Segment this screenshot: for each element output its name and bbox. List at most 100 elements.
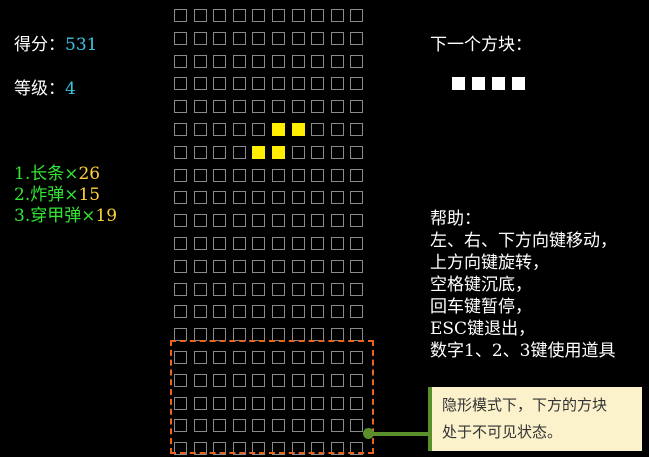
board-cell: [252, 169, 265, 182]
board-cell: [233, 260, 246, 273]
board-cell: [350, 32, 363, 45]
board-cell: [252, 214, 265, 227]
board-cell: [194, 169, 207, 182]
board-cell: [350, 146, 363, 159]
board-cell: [272, 260, 285, 273]
board-cell: [233, 305, 246, 318]
next-piece-block: [512, 77, 525, 90]
board-cell: [252, 237, 265, 250]
board-cell: [252, 123, 265, 136]
board-cell: [272, 55, 285, 68]
board-cell: [292, 169, 305, 182]
board-cell: [252, 260, 265, 273]
board-cell: [213, 77, 226, 90]
board-cell: [213, 100, 226, 113]
board-cell: [174, 191, 187, 204]
board-cell: [252, 100, 265, 113]
board-cell: [233, 237, 246, 250]
board-cell: [350, 55, 363, 68]
board-cell: [311, 191, 324, 204]
board-cell: [272, 283, 285, 296]
board-cell: [311, 9, 324, 22]
board-cell: [233, 214, 246, 227]
callout-anchor-dot: [363, 428, 374, 439]
board-cell: [272, 169, 285, 182]
board-cell: [213, 146, 226, 159]
board-cell: [350, 237, 363, 250]
board-cell: [194, 283, 207, 296]
board-cell: [252, 283, 265, 296]
board-cell: [213, 283, 226, 296]
board-cell: [252, 305, 265, 318]
invisible-zone-highlight: [170, 340, 374, 454]
board-cell: [350, 169, 363, 182]
board-cell: [311, 214, 324, 227]
board-cell: [311, 77, 324, 90]
board-cell: [233, 55, 246, 68]
help-panel: 帮助： 左、右、下方向键移动， 上方向键旋转， 空格键沉底， 回车键暂停， ES…: [430, 208, 617, 362]
board-cell: [292, 100, 305, 113]
board-cell: [252, 191, 265, 204]
board-cell: [272, 305, 285, 318]
board-cell: [233, 146, 246, 159]
board-cell: [350, 260, 363, 273]
board-cell: [350, 77, 363, 90]
board-cell: [331, 191, 344, 204]
board-cell: [174, 100, 187, 113]
board-cell: [213, 9, 226, 22]
board-cell: [350, 100, 363, 113]
board-cell: [292, 146, 305, 159]
callout-connector: [372, 432, 430, 436]
board-cell: [311, 260, 324, 273]
board-cell: [311, 169, 324, 182]
board-cell: [331, 169, 344, 182]
next-piece-block: [452, 77, 465, 90]
board-cell: [350, 214, 363, 227]
board-cell: [174, 305, 187, 318]
board-cell: [331, 32, 344, 45]
board-cell: [213, 214, 226, 227]
board-cell: [174, 77, 187, 90]
board-cell: [252, 77, 265, 90]
help-line: 数字1、2、3键使用道具: [430, 341, 616, 361]
board-cell: [233, 32, 246, 45]
board-cell: [194, 305, 207, 318]
board-cell: [331, 283, 344, 296]
board-cell: [292, 32, 305, 45]
board-cell: [233, 123, 246, 136]
board-cell: [233, 191, 246, 204]
board-cell: [194, 260, 207, 273]
callout-line: 处于不可见状态。: [442, 423, 563, 441]
board-cell: [174, 237, 187, 250]
callout-line: 隐形模式下，下方的方块: [442, 396, 608, 414]
board-cell: [213, 305, 226, 318]
board-cell: [194, 123, 207, 136]
active-piece-block: [272, 123, 285, 136]
board-cell: [311, 305, 324, 318]
board-cell: [331, 305, 344, 318]
board-cell: [331, 9, 344, 22]
board-cell: [233, 283, 246, 296]
board-cell: [350, 9, 363, 22]
board-cell: [292, 9, 305, 22]
active-piece-block: [292, 123, 305, 136]
board-cell: [213, 237, 226, 250]
board-cell: [331, 77, 344, 90]
callout-note: 隐形模式下，下方的方块 处于不可见状态。: [428, 387, 642, 451]
next-piece-block: [472, 77, 485, 90]
board-cell: [213, 191, 226, 204]
board-cell: [233, 9, 246, 22]
board-cell: [292, 260, 305, 273]
next-piece-block: [492, 77, 505, 90]
board-cell: [350, 283, 363, 296]
board-cell: [272, 237, 285, 250]
board-cell: [194, 146, 207, 159]
board-cell: [292, 191, 305, 204]
board-cell: [272, 100, 285, 113]
active-piece-block: [272, 146, 285, 159]
board-cell: [272, 32, 285, 45]
board-cell: [311, 100, 324, 113]
board-cell: [174, 123, 187, 136]
board-cell: [213, 32, 226, 45]
board-cell: [292, 214, 305, 227]
